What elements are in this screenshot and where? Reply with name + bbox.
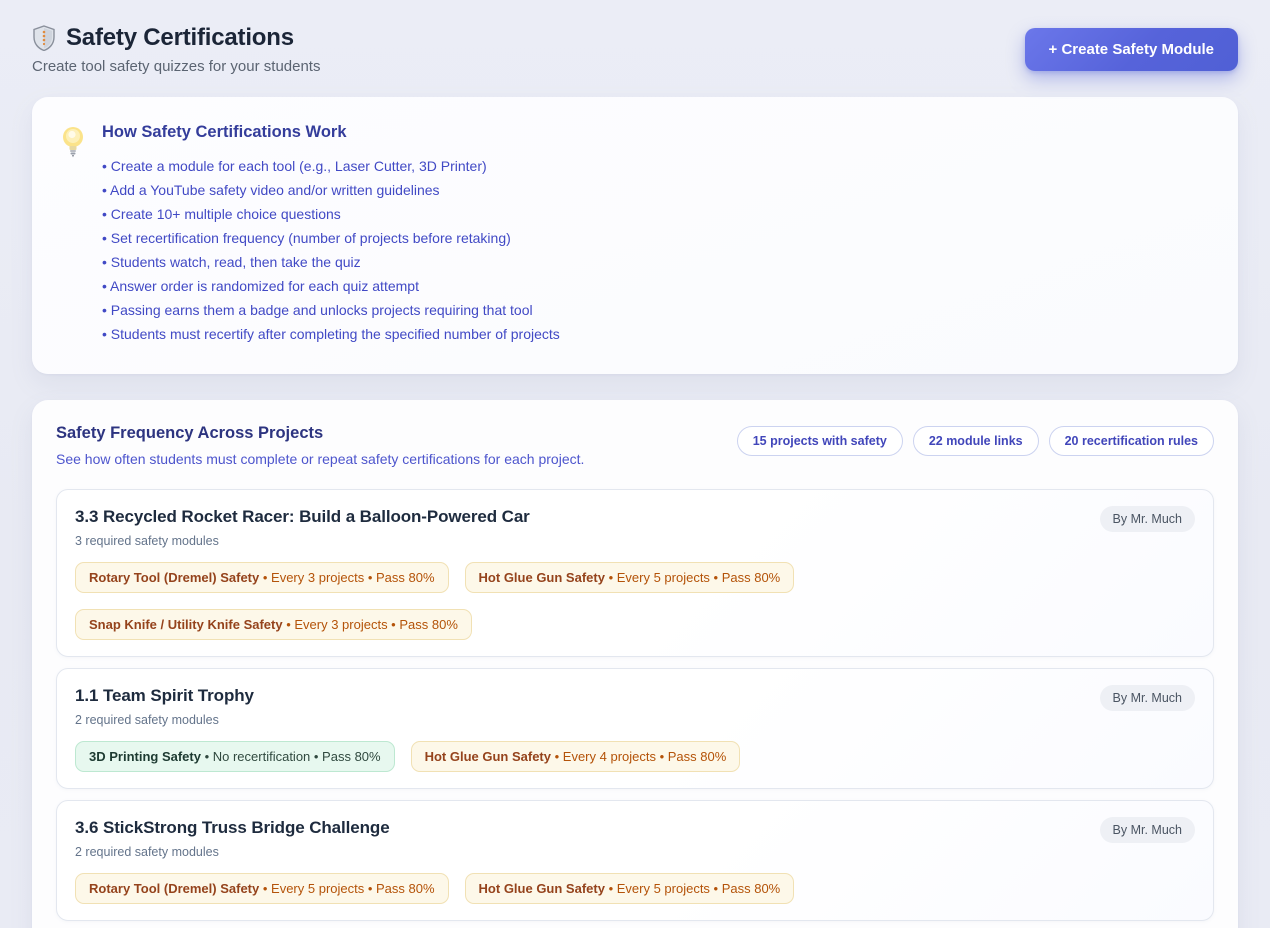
stat-pills: 15 projects with safety 22 module links … xyxy=(737,426,1214,456)
author-badge: By Mr. Much xyxy=(1100,506,1195,532)
page: Safety Certifications Create tool safety… xyxy=(0,0,1270,928)
safety-frequency-titles: Safety Frequency Across Projects See how… xyxy=(56,424,584,467)
author-badge: By Mr. Much xyxy=(1100,685,1195,711)
how-it-works-item: Passing earns them a badge and unlocks p… xyxy=(102,298,560,322)
page-header: Safety Certifications Create tool safety… xyxy=(32,24,1238,75)
project-title: 1.1 Team Spirit Trophy xyxy=(75,686,1195,706)
how-it-works-item: Students watch, read, then take the quiz xyxy=(102,250,560,274)
module-badges: Rotary Tool (Dremel) Safety • Every 3 pr… xyxy=(75,562,1195,640)
how-it-works-list: Create a module for each tool (e.g., Las… xyxy=(102,154,560,346)
safety-module-badge: Snap Knife / Utility Knife Safety • Ever… xyxy=(75,609,472,640)
page-subtitle: Create tool safety quizzes for your stud… xyxy=(32,58,320,75)
safety-frequency-section: Safety Frequency Across Projects See how… xyxy=(32,400,1238,928)
how-it-works-item: Students must recertify after completing… xyxy=(102,322,560,346)
how-it-works-content: How Safety Certifications Work Create a … xyxy=(102,123,560,346)
project-modules-count: 3 required safety modules xyxy=(75,534,1195,548)
project-card[interactable]: 1.1 Team Spirit Trophy 2 required safety… xyxy=(56,668,1214,789)
safety-module-badge: Hot Glue Gun Safety • Every 5 projects •… xyxy=(465,562,795,593)
stat-pill-recert-rules: 20 recertification rules xyxy=(1049,426,1214,456)
how-it-works-item: Set recertification frequency (number of… xyxy=(102,226,560,250)
stat-pill-projects: 15 projects with safety xyxy=(737,426,903,456)
project-modules-count: 2 required safety modules xyxy=(75,713,1195,727)
safety-module-badge: Rotary Tool (Dremel) Safety • Every 5 pr… xyxy=(75,873,449,904)
project-title: 3.6 StickStrong Truss Bridge Challenge xyxy=(75,818,1195,838)
safety-frequency-subtitle: See how often students must complete or … xyxy=(56,451,584,467)
safety-module-badge: 3D Printing Safety • No recertification … xyxy=(75,741,395,772)
module-badges: Rotary Tool (Dremel) Safety • Every 5 pr… xyxy=(75,873,1195,904)
safety-frequency-title: Safety Frequency Across Projects xyxy=(56,424,584,443)
shield-icon xyxy=(32,25,56,51)
how-it-works-card: How Safety Certifications Work Create a … xyxy=(32,97,1238,374)
how-it-works-title: How Safety Certifications Work xyxy=(102,123,560,142)
create-safety-module-button[interactable]: + Create Safety Module xyxy=(1025,28,1238,71)
how-it-works-item: Answer order is randomized for each quiz… xyxy=(102,274,560,298)
safety-frequency-header: Safety Frequency Across Projects See how… xyxy=(56,424,1214,467)
project-title: 3.3 Recycled Rocket Racer: Build a Ballo… xyxy=(75,507,1195,527)
header-titles: Safety Certifications Create tool safety… xyxy=(32,24,320,75)
safety-module-badge: Hot Glue Gun Safety • Every 5 projects •… xyxy=(465,873,795,904)
project-modules-count: 2 required safety modules xyxy=(75,845,1195,859)
safety-module-badge: Hot Glue Gun Safety • Every 4 projects •… xyxy=(411,741,741,772)
project-card[interactable]: 3.3 Recycled Rocket Racer: Build a Ballo… xyxy=(56,489,1214,657)
stat-pill-module-links: 22 module links xyxy=(913,426,1039,456)
safety-module-badge: Rotary Tool (Dremel) Safety • Every 3 pr… xyxy=(75,562,449,593)
page-title: Safety Certifications xyxy=(66,24,294,52)
author-badge: By Mr. Much xyxy=(1100,817,1195,843)
how-it-works-item: Add a YouTube safety video and/or writte… xyxy=(102,178,560,202)
lightbulb-icon xyxy=(60,125,86,159)
how-it-works-item: Create a module for each tool (e.g., Las… xyxy=(102,154,560,178)
project-card[interactable]: 3.6 StickStrong Truss Bridge Challenge 2… xyxy=(56,800,1214,921)
module-badges: 3D Printing Safety • No recertification … xyxy=(75,741,1195,772)
how-it-works-item: Create 10+ multiple choice questions xyxy=(102,202,560,226)
